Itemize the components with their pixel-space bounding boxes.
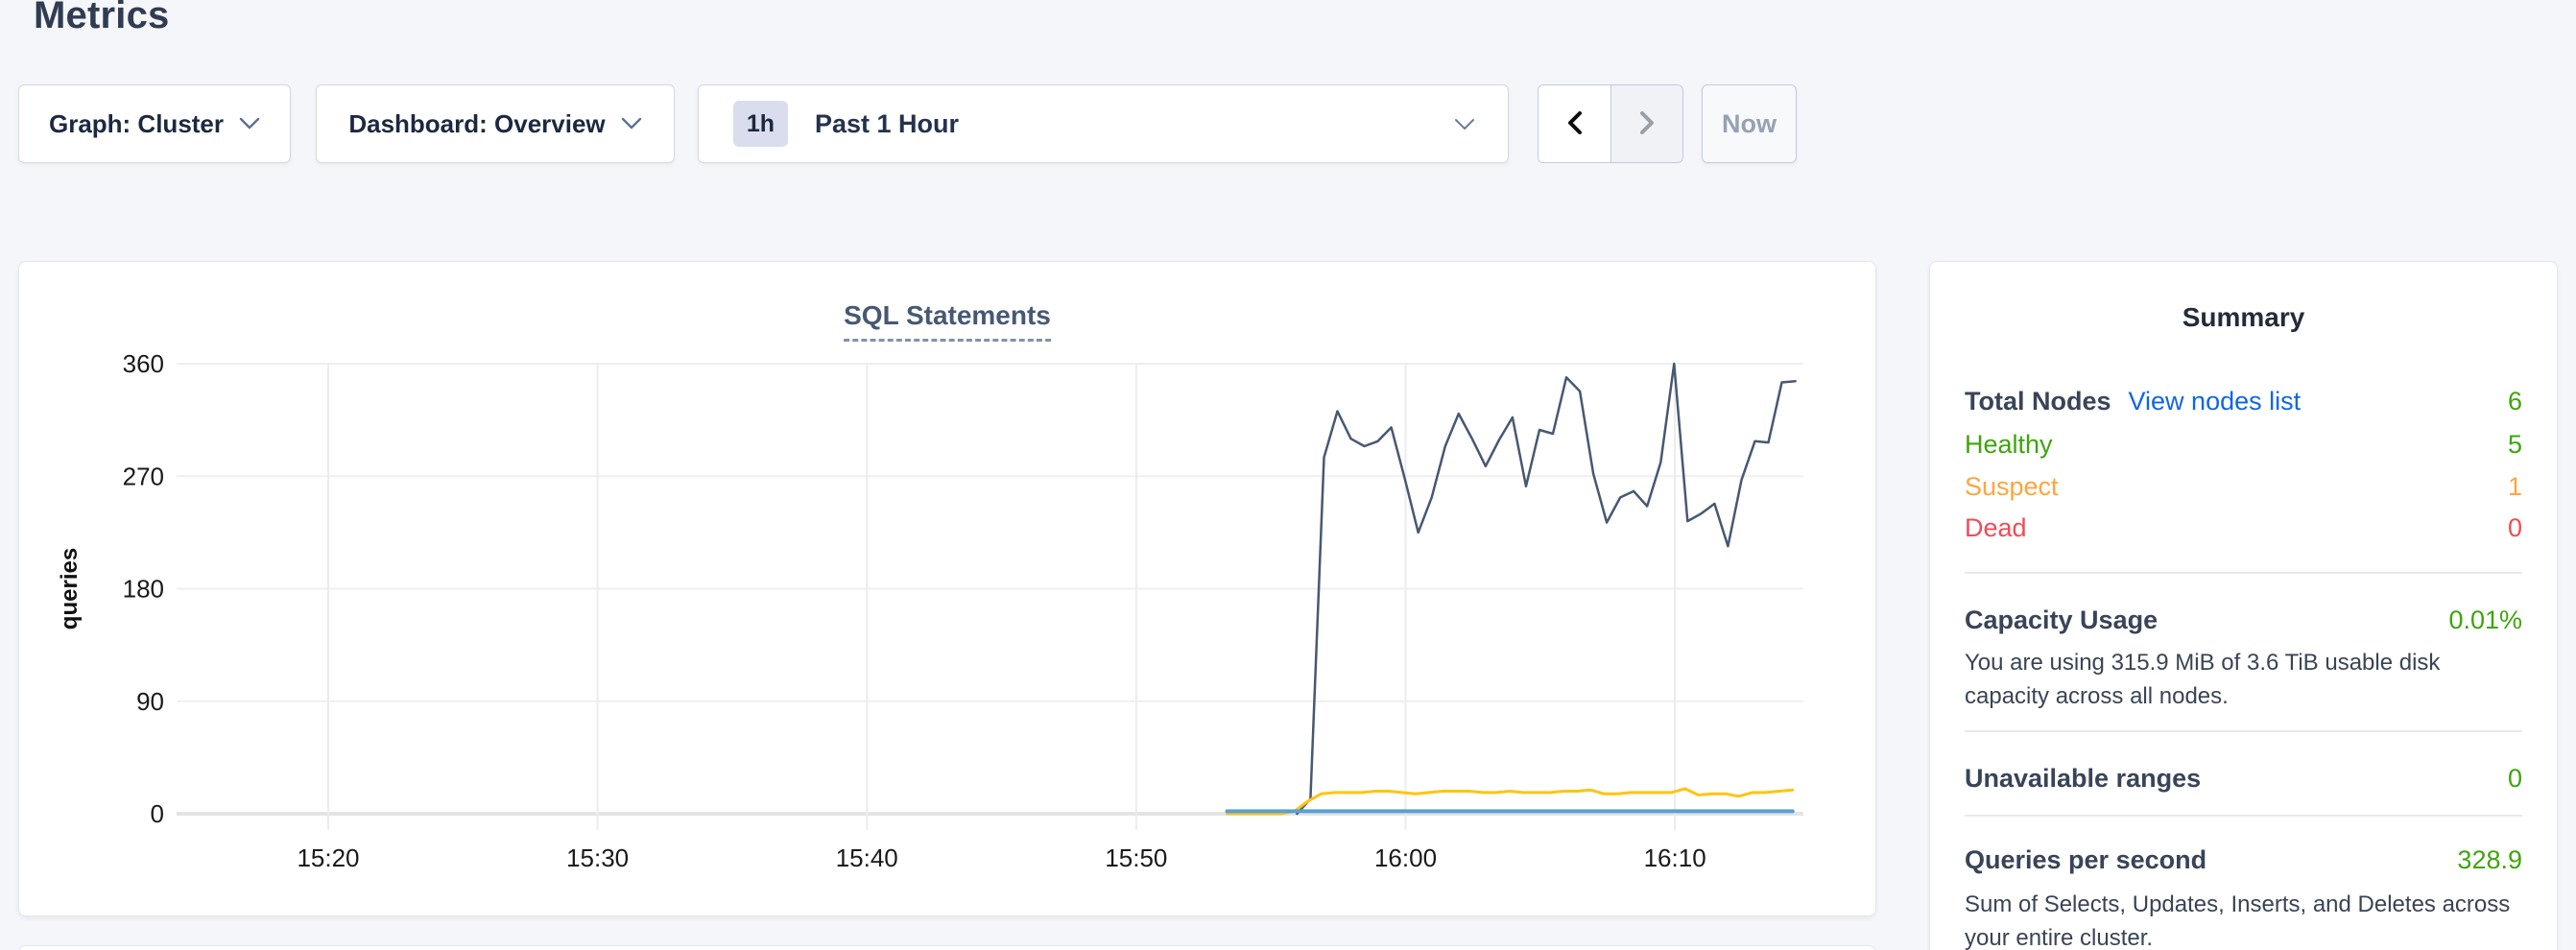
unavailable-ranges-value: 0 <box>2508 764 2522 794</box>
queries-per-second-label: Queries per second <box>1965 845 2206 875</box>
summary-row-queries-per-second: Queries per second 328.9 <box>1965 843 2522 877</box>
suspect-value: 1 <box>2508 472 2522 502</box>
summary-row-unavailable-ranges: Unavailable ranges 0 <box>1965 761 2522 796</box>
svg-text:15:20: 15:20 <box>297 843 359 872</box>
summary-row-healthy: Healthy 5 <box>1965 427 2522 462</box>
dead-value: 0 <box>2508 513 2522 543</box>
summary-row-suspect: Suspect 1 <box>1965 469 2522 504</box>
divider <box>1965 730 2522 732</box>
next-time-window-button[interactable] <box>1610 85 1682 162</box>
chevron-down-icon <box>621 117 642 131</box>
chevron-right-icon <box>1637 110 1657 138</box>
queries-per-second-description: Sum of Selects, Updates, Inserts, and De… <box>1965 888 2522 950</box>
svg-text:15:40: 15:40 <box>836 843 898 872</box>
graph-dropdown[interactable]: Graph: Cluster <box>18 84 291 163</box>
chevron-down-icon <box>239 117 260 131</box>
view-nodes-list-link[interactable]: View nodes list <box>2129 387 2302 416</box>
time-window-arrows <box>1538 84 1683 163</box>
capacity-usage-label: Capacity Usage <box>1965 606 2158 635</box>
suspect-label: Suspect <box>1965 472 2059 502</box>
total-nodes-label: Total Nodes <box>1965 387 2111 416</box>
svg-text:15:50: 15:50 <box>1105 843 1167 872</box>
metrics-page: Metrics Graph: Cluster Dashboard: Overvi… <box>0 0 2576 950</box>
svg-text:90: 90 <box>136 687 164 716</box>
summary-row-dead: Dead 0 <box>1965 511 2522 545</box>
page-title: Metrics <box>34 0 169 37</box>
now-button[interactable]: Now <box>1702 84 1797 163</box>
total-nodes-value: 6 <box>2508 387 2522 416</box>
svg-text:queries: queries <box>57 548 83 629</box>
unavailable-ranges-label: Unavailable ranges <box>1965 764 2201 794</box>
summary-title: Summary <box>1930 302 2557 333</box>
capacity-usage-value: 0.01% <box>2448 606 2522 635</box>
divider <box>1965 572 2522 574</box>
chevron-left-icon <box>1565 110 1585 138</box>
summary-panel: Summary Total Nodes View nodes list 6 He… <box>1929 261 2558 950</box>
svg-text:16:10: 16:10 <box>1644 843 1706 872</box>
dashboard-dropdown[interactable]: Dashboard: Overview <box>316 84 675 163</box>
now-button-label: Now <box>1722 109 1777 139</box>
summary-row-capacity: Capacity Usage 0.01% <box>1965 603 2522 637</box>
dead-label: Dead <box>1965 513 2027 543</box>
healthy-label: Healthy <box>1965 430 2053 460</box>
svg-text:15:30: 15:30 <box>566 843 629 872</box>
prev-time-window-button[interactable] <box>1538 85 1610 162</box>
svg-text:360: 360 <box>123 349 164 378</box>
time-range-badge: 1h <box>733 101 788 147</box>
divider <box>1965 815 2522 817</box>
dashboard-dropdown-label: Dashboard: Overview <box>348 109 605 139</box>
sql-statements-chart[interactable]: 0 90 180 270 360 15:20 15:30 15:40 15:50 16:00 16:… <box>19 262 1877 917</box>
svg-text:0: 0 <box>151 799 164 828</box>
healthy-value: 5 <box>2508 430 2522 460</box>
svg-text:180: 180 <box>123 575 164 604</box>
sql-statements-card: SQL Statements 09018027036015:2015:3015:… <box>18 261 1876 916</box>
time-range-selector[interactable]: 1h Past 1 Hour <box>698 84 1509 163</box>
svg-text:16:00: 16:00 <box>1374 843 1437 872</box>
svg-text:270: 270 <box>123 462 164 490</box>
capacity-usage-description: You are using 315.9 MiB of 3.6 TiB usabl… <box>1965 646 2522 713</box>
time-range-label: Past 1 Hour <box>815 109 959 139</box>
summary-row-total-nodes: Total Nodes View nodes list 6 <box>1965 384 2522 418</box>
next-chart-card <box>18 945 1876 950</box>
chevron-down-icon <box>1454 118 1475 134</box>
queries-per-second-value: 328.9 <box>2457 845 2522 875</box>
graph-dropdown-label: Graph: Cluster <box>49 109 224 139</box>
